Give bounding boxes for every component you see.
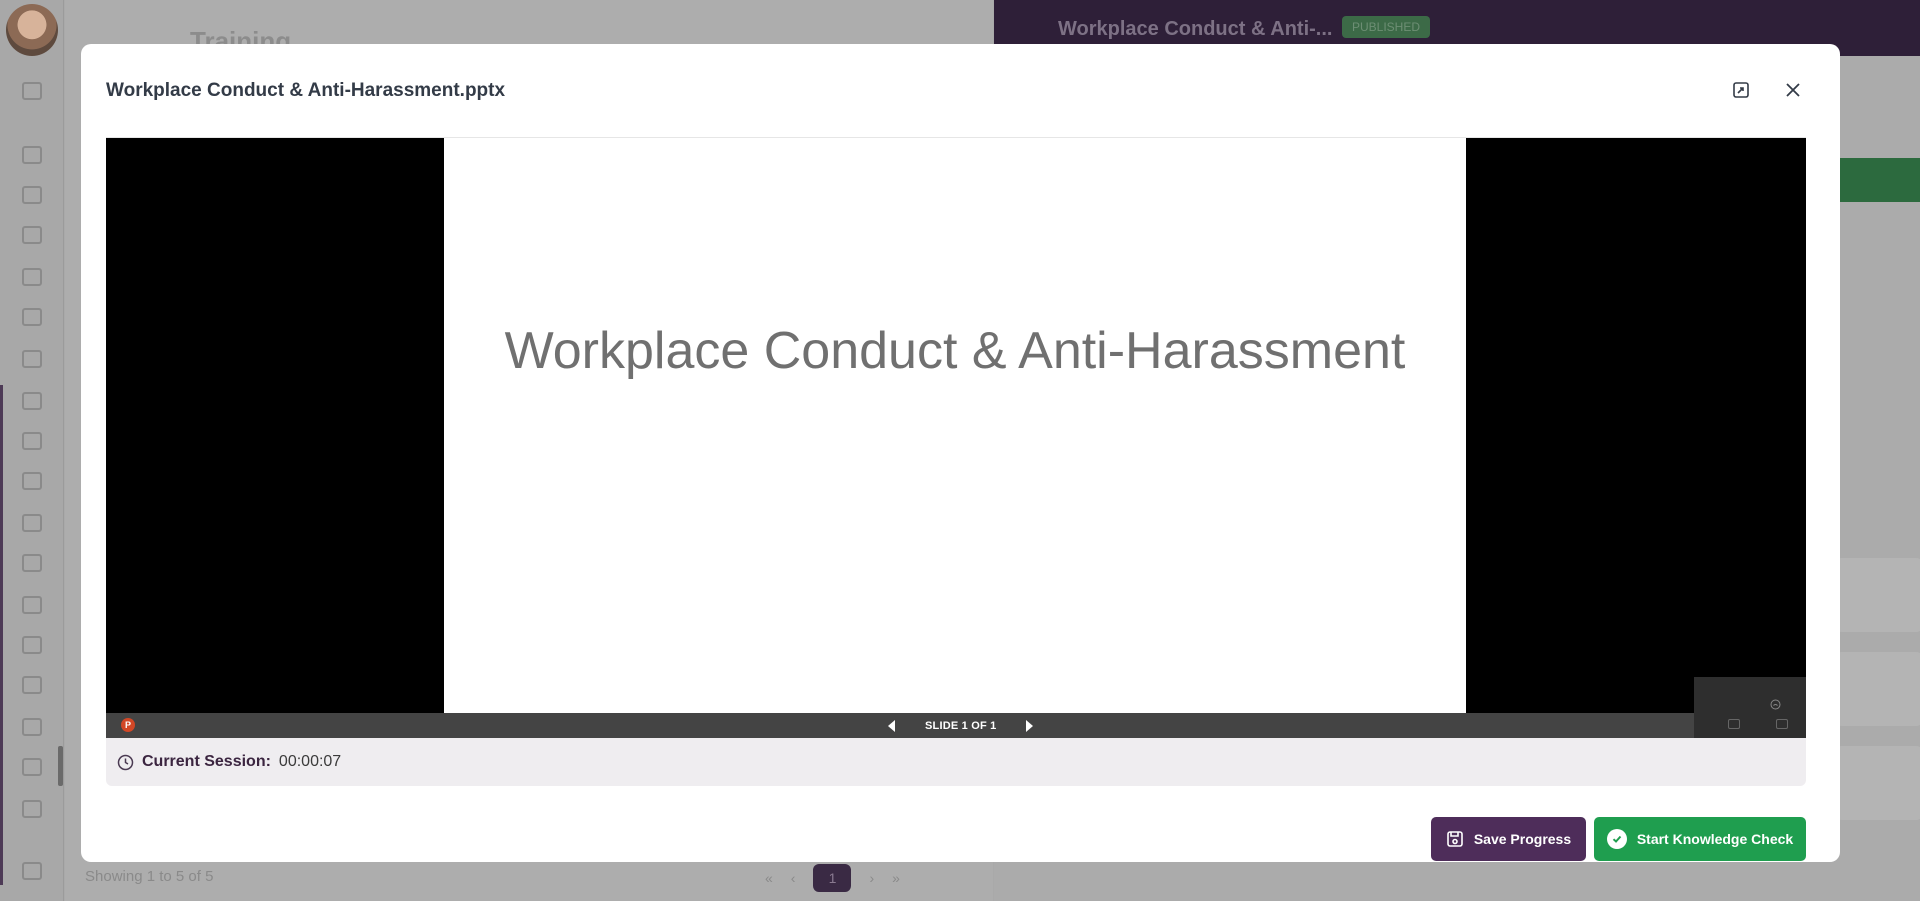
panel-action-button [1830,158,1920,202]
close-icon [1786,83,1800,97]
slide-navigation: SLIDE 1 OF 1 [888,713,1034,738]
next-slide-button[interactable] [1026,719,1034,732]
expand-icon [1733,82,1749,98]
calendar-icon [22,350,42,368]
grid-icon [22,718,42,736]
panel-title: Workplace Conduct & Anti-... [1058,18,1333,40]
clock-icon [22,472,42,490]
bell-icon [22,392,42,410]
document-icon [22,432,42,450]
previous-slide-button[interactable] [888,719,895,732]
slide: Workplace Conduct & Anti-Harassment [444,138,1466,713]
panel-card [1834,558,1920,632]
prev-page-icon: ‹ [790,870,796,886]
wrench-icon [22,862,42,880]
tag-icon [22,186,42,204]
save-progress-label: Save Progress [1473,831,1572,847]
session-label: Current Session: [142,753,271,770]
modal-title: Workplace Conduct & Anti-Harassment.pptx [106,80,506,101]
checklist-icon [22,514,42,532]
sidebar-active-indicator [58,746,63,786]
image-icon [22,554,42,572]
sidebar [0,0,64,901]
pagination: « ‹ 1 › » [765,864,900,892]
edit-icon [22,596,42,614]
briefcase-icon [22,146,42,164]
save-progress-button[interactable]: Save Progress [1431,817,1586,861]
sidebar-accent [0,385,3,885]
presentation-modal: Workplace Conduct & Anti-Harassment.pptx… [81,44,1840,862]
send-icon [22,226,42,244]
slide-title: Workplace Conduct & Anti-Harassment [504,321,1406,380]
clock-icon [117,754,134,770]
first-page-icon: « [765,870,773,886]
slide-counter: SLIDE 1 OF 1 [925,719,997,732]
save-icon [1447,831,1463,847]
home-icon [22,82,42,100]
status-badge: PUBLISHED [1342,16,1431,38]
chat-icon [22,676,42,694]
session-bar: Current Session: 00:00:07 [106,738,1806,786]
report-icon [22,800,42,818]
viewer-toolbar: P SLIDE 1 OF 1 [106,677,1806,738]
check-circle-icon [1606,829,1627,849]
clipboard-icon [22,268,42,286]
close-button[interactable] [1779,76,1807,104]
start-knowledge-check-label: Start Knowledge Check [1636,831,1794,847]
start-knowledge-check-button[interactable]: Start Knowledge Check [1594,817,1806,861]
powerpoint-icon: P [121,718,135,732]
table-icon [22,308,42,326]
last-page-icon: » [892,870,900,886]
expand-button[interactable] [1727,76,1755,104]
panel-card [1834,652,1920,726]
viewer-tools [1694,677,1806,738]
slide-viewer: Workplace Conduct & Anti-Harassment P SL… [106,138,1806,738]
fullscreen-icon[interactable] [1776,719,1788,729]
file-icon [22,636,42,654]
next-page-icon: › [869,870,875,886]
session-timer: 00:00:07 [278,753,342,770]
page-number: 1 [813,864,852,892]
feedback-icon[interactable] [1770,699,1781,710]
panel-card [1834,746,1920,820]
fit-icon[interactable] [1728,719,1740,729]
avatar [6,4,58,56]
pagination-summary: Showing 1 to 5 of 5 [85,868,214,885]
training-icon [22,758,42,776]
